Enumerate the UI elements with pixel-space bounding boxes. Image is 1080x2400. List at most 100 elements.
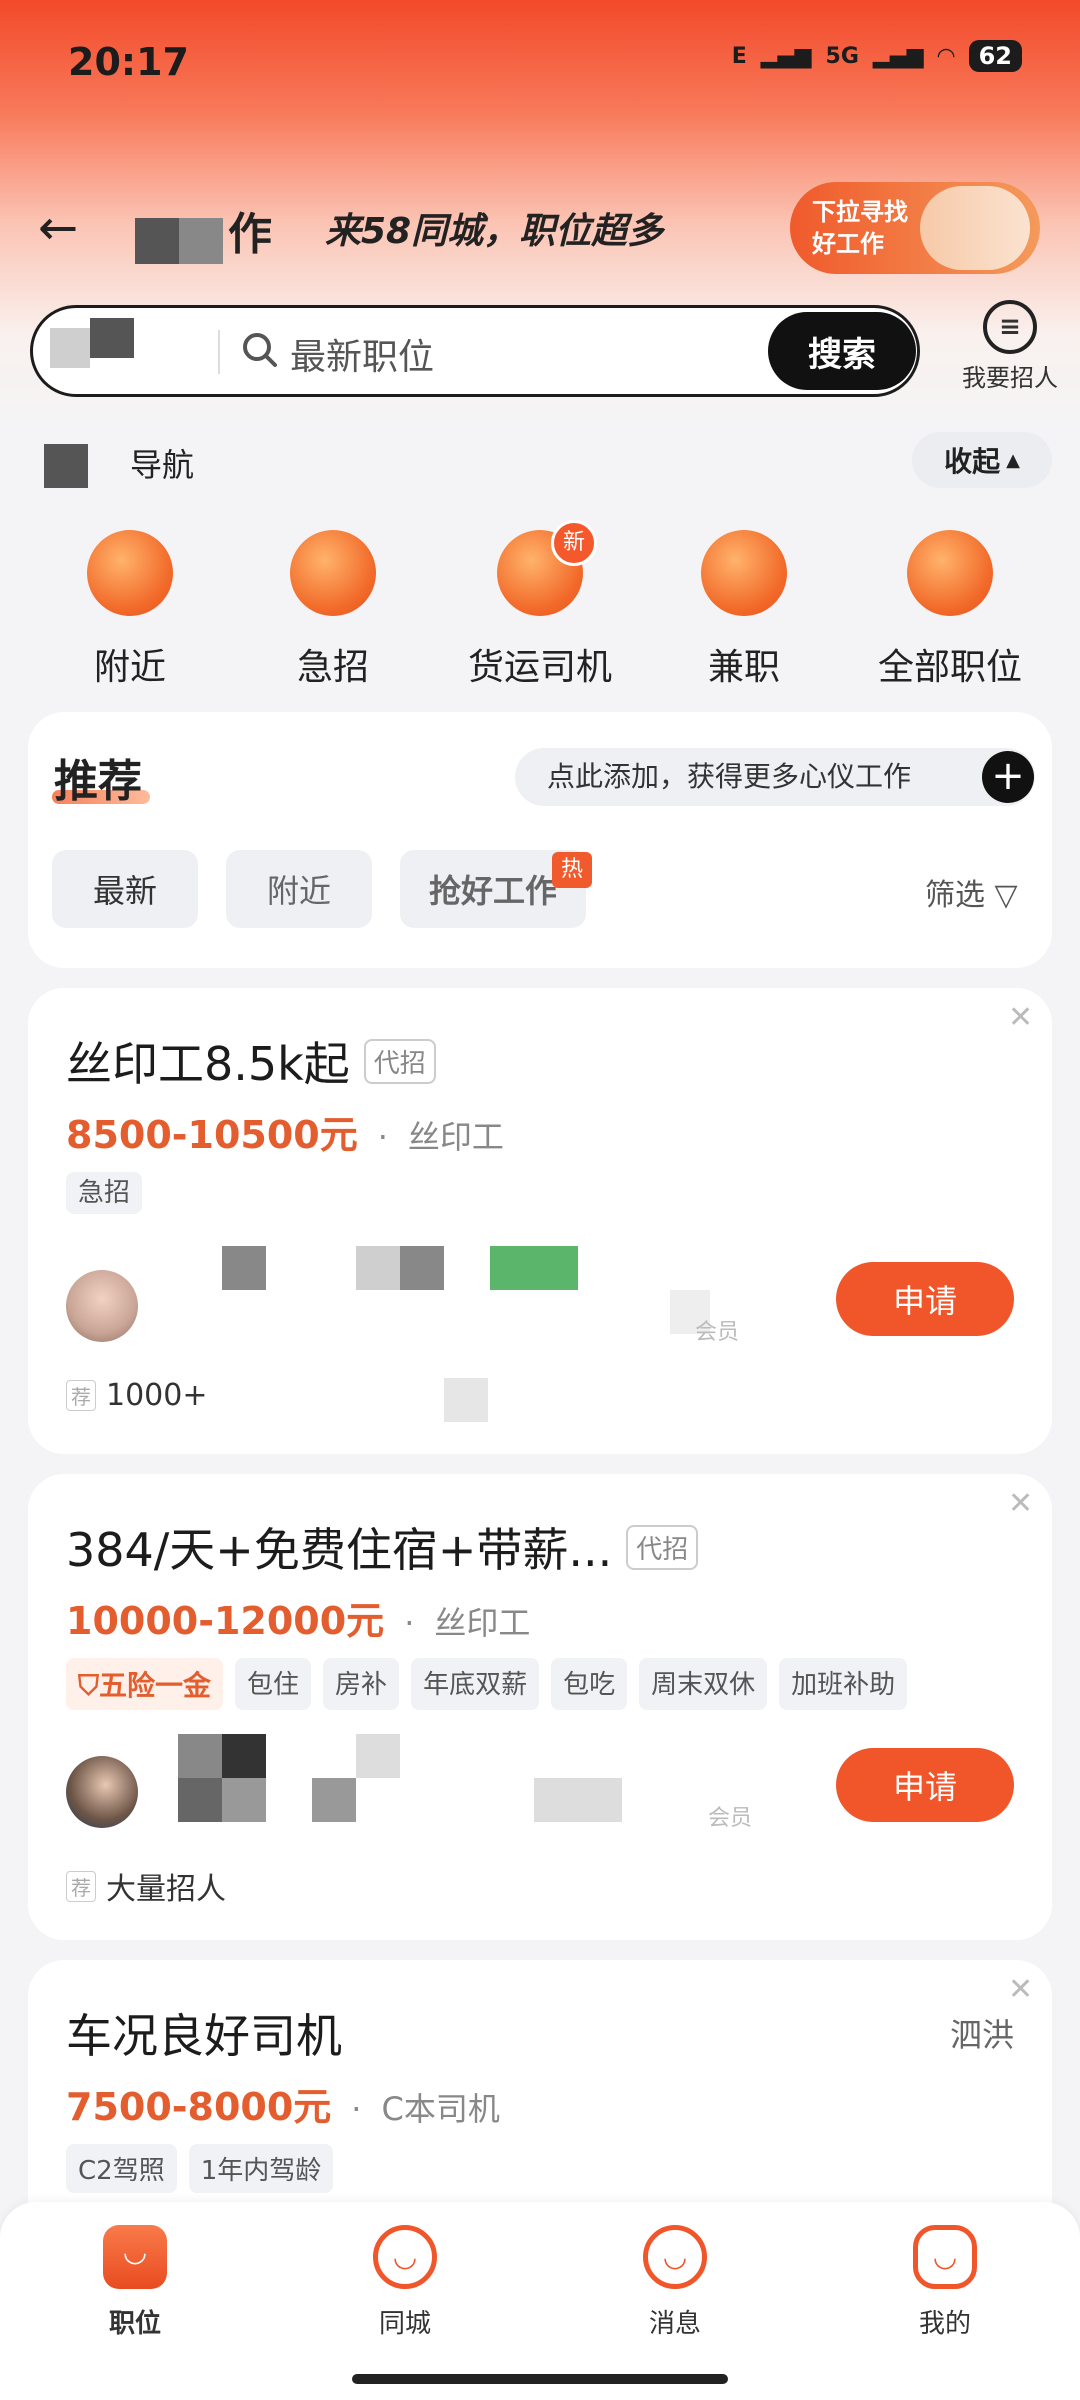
tab-label: 职位	[108, 2309, 161, 2339]
filter-button[interactable]: 筛选 ▽	[925, 870, 1018, 914]
back-arrow-icon[interactable]: ←	[38, 200, 78, 256]
job-footer: 荐 大量招人	[66, 1864, 226, 1908]
briefcase-icon: ◡	[103, 2225, 167, 2289]
filter-funnel-icon: ▽	[994, 878, 1018, 913]
category-urgent[interactable]: 急招	[253, 530, 413, 690]
new-badge: 新	[551, 520, 597, 566]
smile-icon: ◡	[373, 2225, 437, 2289]
close-icon[interactable]: ✕	[1008, 1486, 1033, 1521]
dot-separator: ·	[351, 2090, 362, 2128]
blurred-company-2	[356, 1246, 400, 1290]
tab-label: 消息	[648, 2309, 701, 2339]
home-indicator	[352, 2374, 728, 2384]
blurred-city-2	[90, 318, 134, 358]
tag-row: C2驾照 1年内驾龄	[66, 2144, 334, 2193]
blurred-company	[222, 1246, 266, 1290]
job-tag: 急招	[66, 1172, 143, 1214]
search-input[interactable]: 最新职位	[290, 328, 434, 380]
signal-icon: ▂▄▆	[760, 43, 812, 69]
category-freight-driver[interactable]: 新 货运司机	[460, 520, 620, 690]
category-nearby[interactable]: 附近	[50, 530, 210, 690]
blurred-company-3	[400, 1246, 444, 1290]
job-title: 车况良好司机	[66, 2009, 342, 2063]
category-part-time[interactable]: 兼职	[664, 530, 824, 690]
job-type: C本司机	[381, 2090, 500, 2128]
search-icon	[243, 333, 277, 367]
tab-jobs[interactable]: ◡ 职位	[60, 2225, 210, 2340]
category-all-jobs[interactable]: 全部职位	[870, 530, 1030, 690]
add-preference-button[interactable]: 点此添加，获得更多心仪工作	[515, 748, 1035, 806]
footer-note: 大量招人	[106, 1872, 226, 1907]
recommend-mark: 荐	[66, 1870, 96, 1902]
promo-image	[920, 186, 1030, 270]
recruit-label: 我要招人	[962, 364, 1058, 392]
agent-tag: 代招	[363, 1038, 436, 1084]
benefit-label: 五险一金	[99, 1669, 212, 1702]
job-title: 丝印工8.5k起	[66, 1037, 350, 1091]
tab-label: 我的	[918, 2309, 971, 2339]
agent-tag: 代招	[626, 1524, 699, 1570]
tab-mine[interactable]: ◡ 我的	[870, 2225, 1020, 2340]
tab-local[interactable]: ◡ 同城	[330, 2225, 480, 2340]
salary-row: 8500-10500元 · 丝印工	[66, 1104, 504, 1159]
footer-note: 1000+	[106, 1378, 208, 1413]
job-type: 丝印工	[434, 1604, 531, 1642]
salary-row: 10000-12000元 · 丝印工	[66, 1590, 530, 1645]
dot-separator: ·	[404, 1604, 415, 1642]
job-tag: 包住	[235, 1658, 312, 1710]
job-footer: 荐 1000+	[66, 1378, 207, 1413]
signal-icon-2: ▂▄▆	[872, 43, 924, 69]
job-type: 丝印工	[407, 1118, 504, 1156]
blurred-company-6	[312, 1778, 356, 1822]
message-icon: ◡	[643, 2225, 707, 2289]
recommend-title: 推荐	[54, 756, 142, 807]
category-label: 附近	[93, 647, 166, 688]
status-time: 20:17	[68, 40, 189, 84]
plus-icon[interactable]: +	[982, 751, 1034, 803]
blurred-company	[178, 1734, 222, 1778]
blurred-company-2	[222, 1734, 266, 1778]
tab-messages[interactable]: ◡ 消息	[600, 2225, 750, 2340]
recruit-button[interactable]: ≡ 我要招人	[950, 300, 1070, 393]
job-tag: 包吃	[551, 1658, 628, 1710]
category-label: 急招	[296, 647, 369, 688]
tag-row: 急招	[66, 1172, 143, 1214]
battery-indicator: 62	[968, 40, 1022, 72]
header-title-fragment: 作	[228, 209, 272, 260]
dot-separator: ·	[377, 1118, 388, 1156]
job-tag: 1年内驾龄	[188, 2144, 334, 2193]
header-slogan: 来58同城，职位超多	[325, 211, 664, 252]
blurred-company-7	[534, 1778, 622, 1822]
tab-nearby[interactable]: 附近	[226, 850, 372, 928]
member-label: 会员	[695, 1320, 740, 1345]
profile-icon: ◡	[913, 2225, 977, 2289]
search-button[interactable]: 搜索	[768, 312, 916, 390]
job-salary: 10000-12000元	[66, 1599, 385, 1643]
job-tag: C2驾照	[66, 2144, 177, 2193]
blurred-footer	[444, 1378, 488, 1422]
search-divider	[218, 330, 220, 374]
job-title: 384/天+免费住宿+带薪...	[66, 1523, 613, 1577]
tab-latest[interactable]: 最新	[52, 850, 198, 928]
job-tag: 房补	[323, 1658, 400, 1710]
close-icon[interactable]: ✕	[1008, 1000, 1033, 1035]
benefit-tag-highlight: ⛉五险一金	[66, 1658, 224, 1710]
blurred-company-4	[222, 1778, 266, 1822]
collapse-button[interactable]: 收起 ▲	[912, 432, 1052, 488]
tag-row: ⛉五险一金 包住 房补 年底双薪 包吃 周末双休 加班补助	[66, 1658, 908, 1710]
close-icon[interactable]: ✕	[1008, 1972, 1033, 2007]
recruiter-avatar	[66, 1270, 138, 1342]
recruiter-avatar	[66, 1756, 138, 1828]
job-title-row: 384/天+免费住宿+带薪... 代招	[66, 1514, 699, 1580]
lightning-icon	[290, 530, 376, 616]
steering-wheel-icon: 新	[497, 520, 597, 616]
clock-bag-icon	[701, 530, 787, 616]
more-dots-icon	[907, 530, 993, 616]
apply-button[interactable]: 申请	[836, 1262, 1014, 1336]
recruit-icon: ≡	[983, 300, 1037, 354]
job-salary: 8500-10500元	[66, 1113, 358, 1157]
hot-badge: 热	[552, 852, 592, 888]
apply-button[interactable]: 申请	[836, 1748, 1014, 1822]
city-selector[interactable]	[45, 318, 220, 384]
promo-text: 下拉寻找好工作	[812, 198, 908, 258]
